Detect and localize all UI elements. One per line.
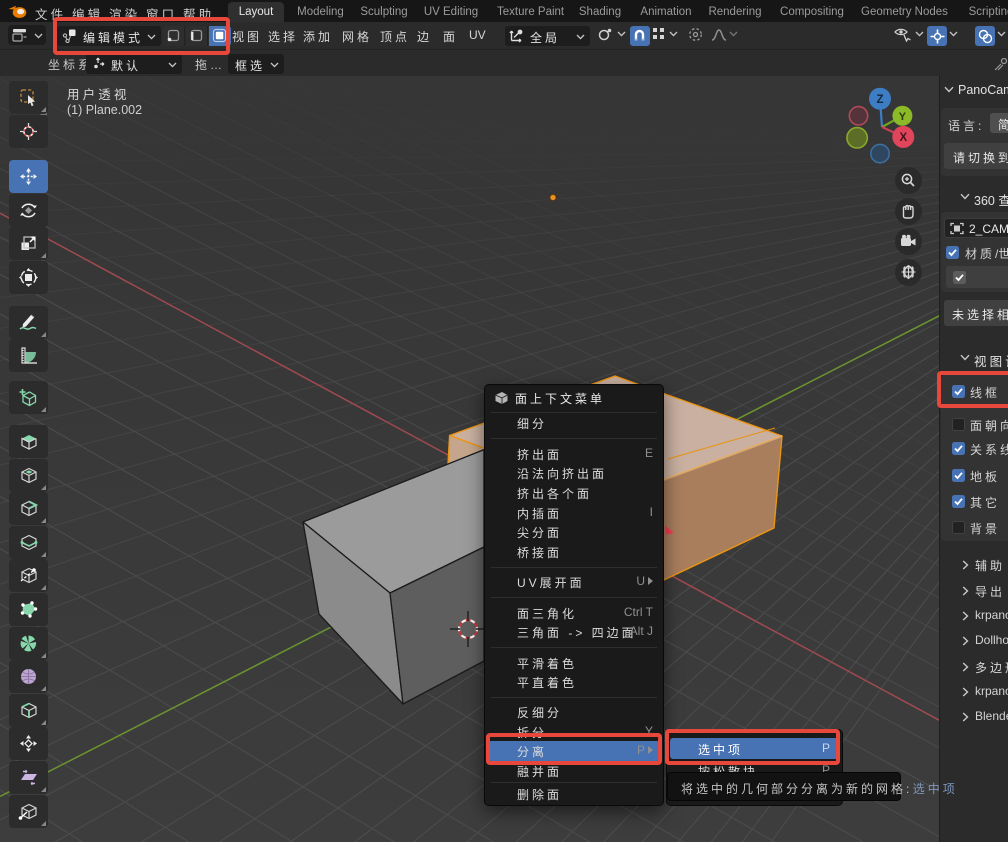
svg-text:X: X	[899, 132, 907, 144]
svg-text:Z: Z	[876, 94, 883, 106]
svg-text:Y: Y	[899, 111, 907, 123]
